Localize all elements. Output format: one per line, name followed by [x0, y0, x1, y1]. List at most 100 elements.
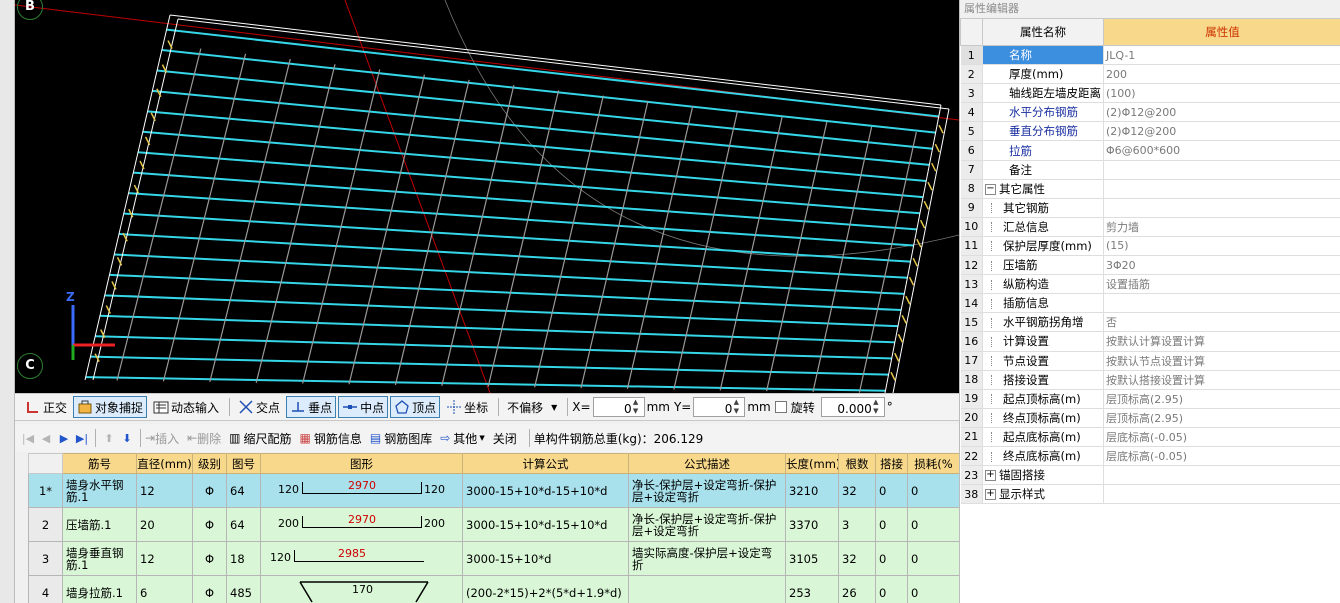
- property-value-cell[interactable]: (100): [1103, 83, 1340, 104]
- row-index[interactable]: 1*: [28, 473, 63, 508]
- table-row[interactable]: 4 墙身拉筋.1 6 Φ 485 170 (200-2*15)+2*(5*d+1…: [28, 575, 960, 603]
- property-row[interactable]: 20 终点顶标高(m) 层顶标高(2.95): [960, 408, 1340, 428]
- property-row[interactable]: 15 水平钢筋拐角增 否: [960, 312, 1340, 333]
- header-bar-no[interactable]: 筋号: [62, 453, 137, 474]
- diameter-cell[interactable]: 20: [136, 507, 193, 542]
- property-name-cell[interactable]: 汇总信息: [982, 217, 1104, 237]
- property-row[interactable]: 14 插筋信息: [960, 293, 1340, 314]
- count-cell[interactable]: 26: [838, 575, 876, 603]
- header-grade[interactable]: 级别: [192, 453, 227, 474]
- property-row[interactable]: 22 终点底标高(m) 层底标高(-0.05): [960, 446, 1340, 467]
- length-cell[interactable]: 3210: [785, 473, 839, 508]
- ortho-button[interactable]: 正交: [21, 396, 71, 418]
- offset-mode-dropdown[interactable]: 不偏移 ▼: [503, 396, 561, 418]
- property-value-cell[interactable]: 按默认计算设置计算: [1103, 331, 1340, 352]
- length-cell[interactable]: 3370: [785, 507, 839, 542]
- other-menu-button[interactable]: ⇨ 其他 ▼: [440, 430, 484, 447]
- property-value-cell[interactable]: (15): [1103, 236, 1340, 257]
- object-snap-button[interactable]: 对象捕捉: [73, 396, 148, 418]
- property-row[interactable]: 1 名称 JLQ-1: [960, 45, 1340, 66]
- header-formula[interactable]: 计算公式: [462, 453, 629, 474]
- shape-cell[interactable]: 120 2970 120: [260, 473, 463, 508]
- property-name-cell[interactable]: 纵筋构造: [982, 274, 1104, 295]
- property-name-cell[interactable]: + 显示样式: [982, 484, 1104, 505]
- loss-cell[interactable]: 0: [907, 473, 960, 508]
- property-value-cell[interactable]: (2)Φ12@200: [1103, 102, 1340, 123]
- property-name-cell[interactable]: 保护层厚度(mm): [982, 236, 1104, 257]
- length-cell[interactable]: 3105: [785, 541, 839, 576]
- diameter-cell[interactable]: 12: [136, 541, 193, 576]
- property-value-cell[interactable]: 层顶标高(2.95): [1103, 389, 1340, 409]
- intersection-button[interactable]: 交点: [234, 396, 284, 418]
- property-name-cell[interactable]: 终点顶标高(m): [982, 408, 1104, 428]
- property-row[interactable]: 16 计算设置 按默认计算设置计算: [960, 331, 1340, 352]
- header-diameter[interactable]: 直径(mm): [136, 453, 193, 474]
- spin-arrows-icon[interactable]: ▲ ▼: [872, 398, 880, 416]
- property-name-cell[interactable]: 垂直分布钢筋: [982, 121, 1104, 142]
- property-value-cell[interactable]: [1103, 160, 1340, 180]
- loss-cell[interactable]: 0: [907, 575, 960, 603]
- property-value-cell[interactable]: [1103, 198, 1340, 218]
- last-record-icon[interactable]: ▶|: [73, 432, 91, 445]
- property-name-cell[interactable]: 起点底标高(m): [982, 427, 1104, 447]
- property-value-cell[interactable]: 按默认搭接设置计算: [1103, 370, 1340, 390]
- property-row[interactable]: 7 备注: [960, 160, 1340, 180]
- loss-cell[interactable]: 0: [907, 507, 960, 542]
- collapse-icon[interactable]: −: [985, 183, 996, 195]
- property-row[interactable]: 6 拉筋 Φ6@600*600: [960, 140, 1340, 161]
- property-name-cell[interactable]: 搭接设置: [982, 370, 1104, 390]
- property-row[interactable]: 13 纵筋构造 设置插筋: [960, 274, 1340, 295]
- table-row[interactable]: 1* 墙身水平钢筋.1 12 Φ 64 120 2970 120 3000-15…: [28, 473, 960, 508]
- rotate-checkbox[interactable]: [774, 401, 787, 413]
- formula-cell[interactable]: 3000-15+10*d-15+10*d: [462, 507, 629, 542]
- property-value-cell[interactable]: 剪力墙: [1103, 217, 1340, 237]
- formula-cell[interactable]: 3000-15+10*d-15+10*d: [462, 473, 629, 508]
- midpoint-button[interactable]: 中点: [338, 396, 389, 418]
- property-row[interactable]: 21 起点底标高(m) 层底标高(-0.05): [960, 427, 1340, 447]
- property-name-cell[interactable]: 计算设置: [982, 331, 1104, 352]
- property-value-cell[interactable]: 设置插筋: [1103, 274, 1340, 295]
- next-record-icon[interactable]: ▶: [55, 432, 73, 445]
- spin-arrows-icon[interactable]: ▲ ▼: [632, 398, 640, 416]
- grade-cell[interactable]: Φ: [192, 473, 227, 508]
- property-name-cell[interactable]: 节点设置: [982, 351, 1104, 371]
- grade-cell[interactable]: Φ: [192, 541, 227, 576]
- delete-button[interactable]: ⇤ 删除: [187, 430, 221, 447]
- property-row[interactable]: 10 汇总信息 剪力墙: [960, 217, 1340, 237]
- expand-icon[interactable]: +: [985, 489, 996, 501]
- shape-cell[interactable]: 200 2970 200: [260, 507, 463, 542]
- expand-icon[interactable]: +: [985, 470, 996, 482]
- property-row[interactable]: 4 水平分布钢筋 (2)Φ12@200: [960, 102, 1340, 123]
- lap-cell[interactable]: 0: [875, 575, 908, 603]
- row-index[interactable]: 3: [28, 541, 63, 576]
- property-row[interactable]: 19 起点顶标高(m) 层顶标高(2.95): [960, 389, 1340, 409]
- close-button[interactable]: 关闭: [493, 430, 517, 447]
- grade-cell[interactable]: Φ: [192, 507, 227, 542]
- property-row[interactable]: 38 + 显示样式: [960, 484, 1340, 505]
- figure-no-cell[interactable]: 64: [226, 507, 261, 542]
- property-value-cell[interactable]: 层顶标高(2.95): [1103, 408, 1340, 428]
- property-value-cell[interactable]: 按默认节点设置计算: [1103, 351, 1340, 371]
- x-input[interactable]: 0▲ ▼: [592, 397, 645, 417]
- count-cell[interactable]: 3: [838, 507, 876, 542]
- property-name-cell[interactable]: 名称: [982, 45, 1104, 66]
- property-row[interactable]: 23 + 锚固搭接: [960, 465, 1340, 486]
- count-cell[interactable]: 32: [838, 541, 876, 576]
- property-row[interactable]: 2 厚度(mm) 200: [960, 64, 1340, 85]
- property-value-cell[interactable]: [1103, 465, 1340, 486]
- property-value-cell[interactable]: (2)Φ12@200: [1103, 121, 1340, 142]
- property-value-cell[interactable]: [1103, 484, 1340, 505]
- property-name-cell[interactable]: 其它钢筋: [982, 198, 1104, 218]
- shape-cell[interactable]: 120 2985: [260, 541, 463, 576]
- scale-rebar-button[interactable]: ▥ 缩尺配筋: [229, 430, 291, 447]
- property-name-cell[interactable]: 水平分布钢筋: [982, 102, 1104, 123]
- move-down-icon[interactable]: ⬇: [118, 432, 136, 445]
- property-value-cell[interactable]: JLQ-1: [1103, 45, 1340, 66]
- y-input[interactable]: 0▲ ▼: [693, 397, 746, 417]
- property-name-cell[interactable]: 插筋信息: [982, 293, 1104, 314]
- property-name-cell[interactable]: 水平钢筋拐角增: [982, 312, 1104, 333]
- header-loss[interactable]: 损耗(%: [907, 453, 960, 474]
- property-row[interactable]: 17 节点设置 按默认节点设置计算: [960, 351, 1340, 371]
- header-shape[interactable]: 图形: [260, 453, 463, 474]
- bar-no-cell[interactable]: 墙身水平钢筋.1: [62, 473, 137, 508]
